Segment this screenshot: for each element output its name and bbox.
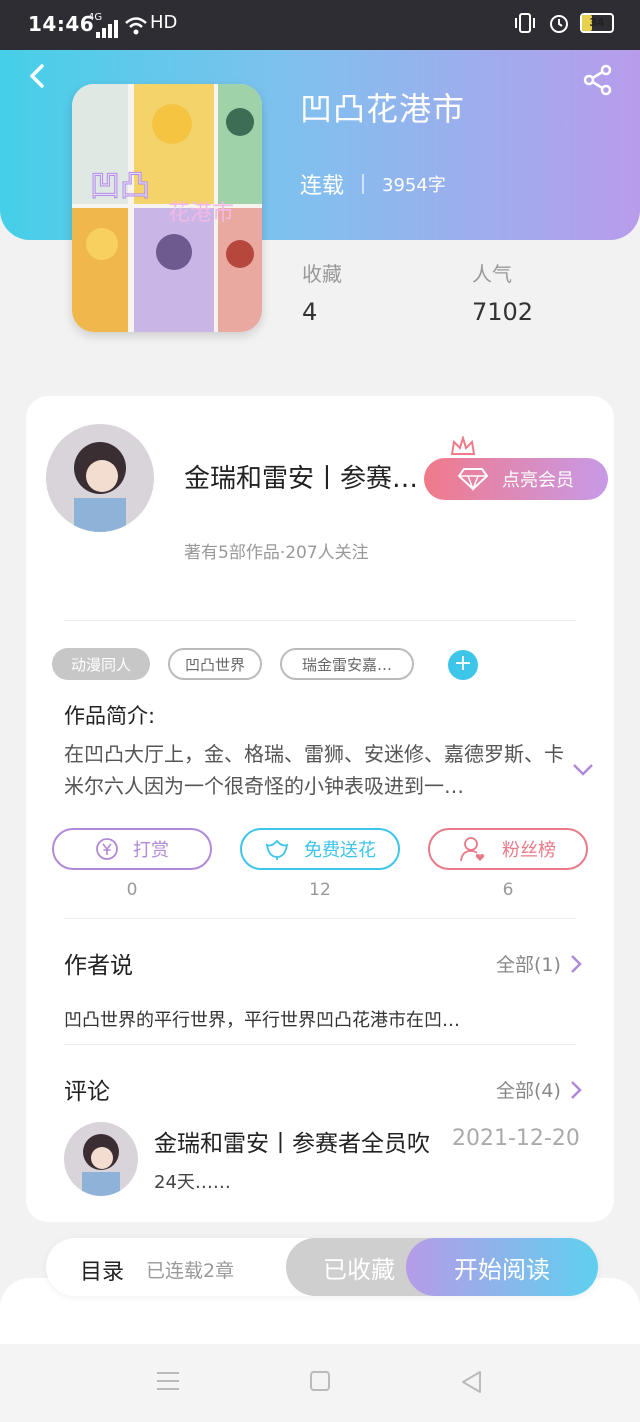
- author-avatar[interactable]: [46, 424, 154, 532]
- fan-ranking-button[interactable]: 粉丝榜: [428, 828, 588, 870]
- flower-count: 12: [309, 880, 331, 900]
- author-says-title: 作者说: [64, 953, 133, 979]
- vibrate-icon: [515, 13, 535, 33]
- chapter-count: 已连载2章: [146, 1260, 235, 1282]
- separator: [362, 174, 365, 194]
- vip-label: 点亮会员: [502, 470, 574, 491]
- status-label: 连载: [300, 174, 345, 199]
- tag-couple[interactable]: 瑞金雷安嘉…: [280, 648, 414, 680]
- share-icon[interactable]: [582, 64, 614, 96]
- flower-icon: [265, 839, 289, 860]
- book-cover[interactable]: 凹凸 花港市: [72, 84, 262, 332]
- back-nav-icon[interactable]: [460, 1370, 484, 1394]
- menu-icon[interactable]: [156, 1370, 180, 1392]
- status-right: 34: [512, 12, 614, 34]
- add-tag-button[interactable]: +: [448, 650, 478, 680]
- see-all-label: 全部(4): [496, 1080, 561, 1102]
- fan-ranking-label: 粉丝榜: [502, 840, 556, 861]
- toc-button[interactable]: 目录: [80, 1254, 124, 1286]
- home-icon[interactable]: [309, 1370, 331, 1392]
- fan-icon: [460, 837, 485, 862]
- reward-count: 0: [126, 880, 138, 900]
- favorites-value: 4: [302, 298, 318, 326]
- hd-indicator: HD: [150, 12, 178, 33]
- book-title: 凹凸花港市: [300, 90, 466, 128]
- status-bar: 14:46 4G HD 34: [0, 0, 640, 50]
- diamond-icon: [458, 468, 488, 491]
- crown-icon: [450, 436, 476, 455]
- divider: [64, 620, 576, 621]
- author-name[interactable]: 金瑞和雷安丨参赛者全员吹: [184, 458, 424, 495]
- see-all-label: 全部(1): [496, 954, 561, 976]
- battery-icon: 34: [580, 13, 614, 33]
- chevron-right-icon: [571, 1080, 582, 1099]
- author-meta: 著有5部作品·207人关注: [184, 543, 369, 563]
- tag-world[interactable]: 凹凸世界: [168, 648, 262, 680]
- clock: 14:46: [28, 12, 95, 36]
- commenter-name[interactable]: 金瑞和雷安丨参赛者全员吹: [154, 1124, 454, 1158]
- alarm-icon: [550, 15, 568, 33]
- favorites-label: 收藏: [302, 262, 342, 286]
- chevron-right-icon: [571, 954, 582, 973]
- divider: [64, 918, 576, 919]
- start-reading-button[interactable]: 开始阅读: [406, 1238, 598, 1296]
- chevron-down-icon[interactable]: [572, 758, 594, 780]
- fan-count: 6: [502, 880, 514, 900]
- vip-button[interactable]: 点亮会员: [424, 458, 608, 500]
- popularity-value: 7102: [472, 298, 534, 326]
- send-flower-button[interactable]: 免费送花: [240, 828, 400, 870]
- signal-icon: [96, 20, 118, 38]
- send-flower-label: 免费送花: [304, 840, 376, 861]
- popularity-label: 人气: [472, 262, 512, 286]
- author-says-see-all[interactable]: 全部(1): [496, 950, 583, 977]
- intro-text: 在凹凸大厅上，金、格瑞、雷狮、安迷修、嘉德罗斯、卡米尔六人因为一个很奇怪的小钟表…: [64, 742, 564, 798]
- reward-button[interactable]: 打赏: [52, 828, 212, 870]
- comment-text[interactable]: 24天……: [154, 1168, 231, 1194]
- wifi-icon: [125, 17, 147, 35]
- intro-title: 作品简介:: [64, 704, 156, 728]
- cover-title-1: 凹凸: [90, 169, 150, 204]
- cover-illustration: 凹凸 花港市: [72, 84, 262, 332]
- cover-title-2: 花港市: [168, 201, 234, 226]
- commenter-avatar[interactable]: [64, 1122, 138, 1196]
- comment-date: 2021-12-20: [452, 1126, 580, 1151]
- battery-level: 34: [589, 16, 605, 29]
- tag-anime[interactable]: 动漫同人: [52, 648, 150, 680]
- word-count: 3954字: [382, 175, 446, 196]
- author-says-text[interactable]: 凹凸世界的平行世界，平行世界凹凸花港市在凹…: [64, 1006, 460, 1032]
- comments-see-all[interactable]: 全部(4): [496, 1076, 583, 1103]
- reward-label: 打赏: [133, 840, 169, 861]
- system-nav-bar: [0, 1344, 640, 1422]
- serial-status: 连载 3954字: [300, 168, 446, 200]
- back-icon[interactable]: [26, 64, 50, 88]
- comments-title: 评论: [64, 1079, 110, 1105]
- yen-icon: [96, 838, 118, 860]
- divider: [64, 1044, 576, 1045]
